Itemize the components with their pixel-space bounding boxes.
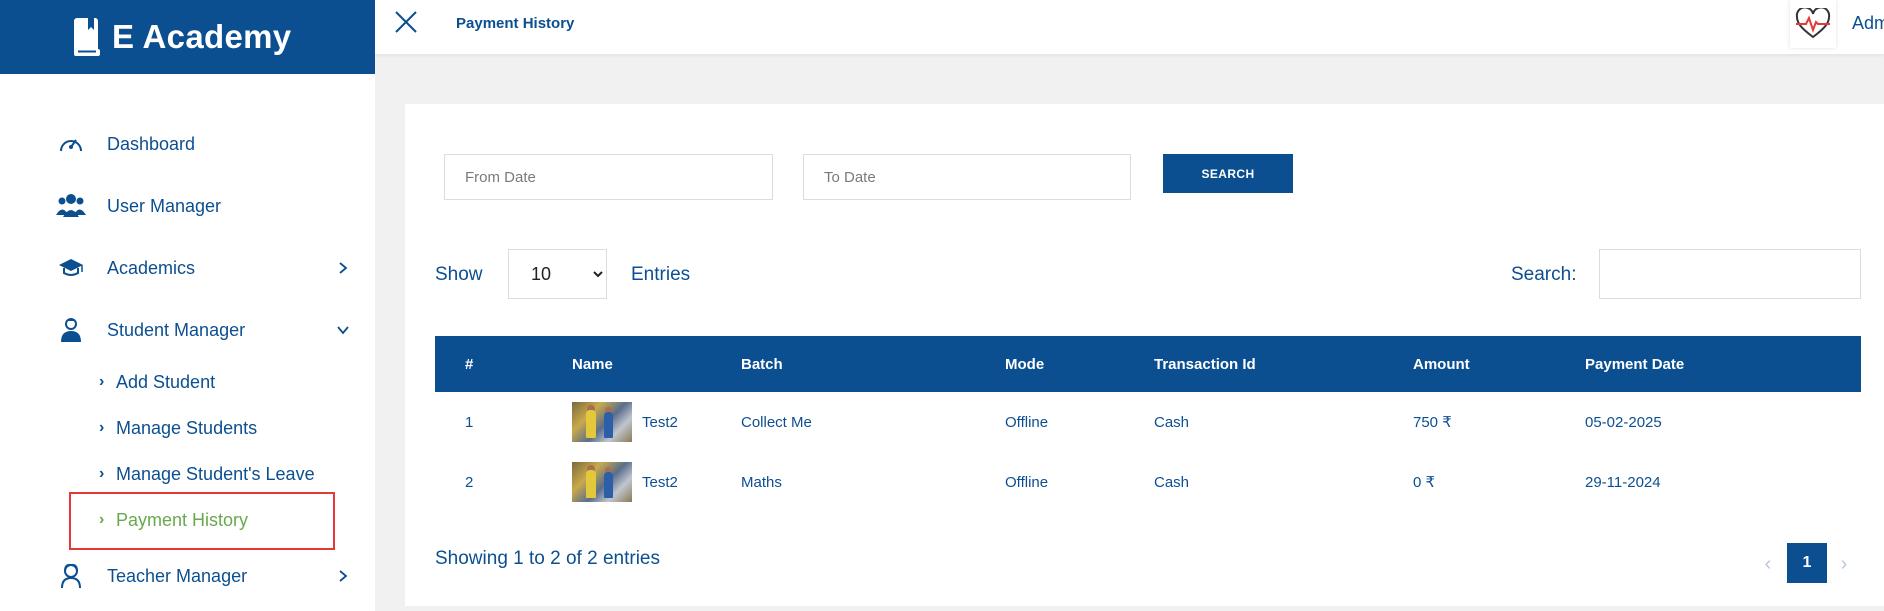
brand-title: E Academy [112, 18, 292, 55]
sidebar-item-dashboard[interactable]: Dashboard [0, 124, 375, 164]
user-menu[interactable]: Adm [1852, 13, 1884, 34]
entries-select[interactable]: 10 [508, 249, 607, 299]
student-name: Test2 [642, 473, 678, 491]
column-header[interactable]: Batch [741, 336, 1005, 392]
top-bar: Payment History Adm [375, 0, 1884, 54]
amount-cell: 0 ₹ [1413, 474, 1436, 491]
student-avatar [572, 402, 632, 442]
sidebar-subitem-label: Manage Students [116, 417, 258, 438]
sidebar-item-label: User Manager [107, 195, 222, 216]
pagination-page[interactable]: 1 [1787, 543, 1827, 583]
name-cell-content: Test2 [572, 402, 741, 442]
sidebar-item-user-manager[interactable]: User Manager [0, 186, 375, 226]
chevron-right-icon [339, 262, 348, 274]
batch-cell: Collect Me [741, 413, 812, 431]
date-cell: 05-02-2025 [1585, 413, 1662, 431]
mode-cell: Offline [1005, 473, 1049, 491]
table-row: 1 Test2 Collect Me Offline Cash 750 ₹ 05… [435, 392, 1861, 452]
table-row: 2 Test2 Maths Offline Cash 0 ₹ 29-11-202… [435, 452, 1861, 512]
batch-cell: Maths [741, 473, 782, 491]
sidebar-item-student-manager[interactable]: Student Manager [0, 310, 375, 350]
brand-header[interactable]: E Academy [0, 0, 375, 74]
chevron-right-icon: › [99, 465, 105, 482]
payment-history-card: SEARCH Show 10 Entries Search: # Name Ba… [405, 104, 1884, 606]
pagination-prev[interactable]: ‹ [1753, 546, 1783, 582]
sidebar-subitem-label: Payment History [116, 509, 249, 530]
row-number: 1 [465, 413, 474, 431]
payment-table: # Name Batch Mode Transaction Id Amount … [435, 336, 1861, 512]
show-label: Show [435, 264, 483, 285]
sidebar-subitem-manage-leave[interactable]: › Manage Student's Leave [0, 457, 375, 491]
sidebar-subitem-label: Add Student [116, 371, 216, 392]
row-number: 2 [465, 473, 474, 491]
column-header[interactable]: Transaction Id [1154, 336, 1413, 392]
pagination-next[interactable]: › [1829, 546, 1859, 582]
column-header[interactable]: Name [572, 336, 741, 392]
graduation-cap-icon [56, 253, 86, 283]
page-title: Payment History [456, 15, 575, 32]
sidebar: E Academy Dashboard User Manager Academi… [0, 0, 375, 611]
date-cell: 29-11-2024 [1585, 473, 1661, 491]
mode-cell: Offline [1005, 413, 1049, 431]
column-header[interactable]: Amount [1413, 336, 1585, 392]
entries-label: Entries [631, 264, 691, 285]
chevron-right-icon: › [99, 419, 105, 436]
table-info: Showing 1 to 2 of 2 entries [435, 548, 660, 569]
users-icon [56, 191, 86, 221]
book-icon [74, 18, 100, 56]
name-cell: Test2 [572, 452, 741, 512]
sidebar-item-label: Academics [107, 257, 196, 278]
transaction-cell: Cash [1154, 413, 1190, 431]
close-icon[interactable] [392, 8, 420, 36]
search-button[interactable]: SEARCH [1163, 154, 1293, 193]
sidebar-item-label: Dashboard [107, 133, 196, 154]
column-header[interactable]: Payment Date [1585, 336, 1861, 392]
sidebar-subitem-label: Manage Student's Leave [116, 463, 315, 484]
chevron-right-icon: › [99, 511, 105, 528]
student-name: Test2 [642, 413, 678, 431]
sidebar-subitem-add-student[interactable]: › Add Student [0, 365, 375, 399]
speedometer-icon [56, 129, 86, 159]
to-date-input[interactable] [803, 154, 1131, 200]
transaction-cell: Cash [1154, 473, 1190, 491]
heart-pulse-icon[interactable] [1790, 0, 1836, 48]
sidebar-item-label: Teacher Manager [107, 565, 248, 586]
student-avatar [572, 462, 632, 502]
column-header[interactable]: # [435, 336, 572, 392]
name-cell-content: Test2 [572, 462, 741, 502]
chevron-right-icon: › [99, 373, 105, 390]
sidebar-item-academics[interactable]: Academics [0, 248, 375, 288]
sidebar-subitem-payment-history[interactable]: › Payment History [0, 503, 375, 537]
table-search-input[interactable] [1599, 249, 1861, 299]
from-date-input[interactable] [444, 154, 773, 200]
sidebar-item-teacher-manager[interactable]: Teacher Manager [0, 556, 375, 596]
sidebar-subitem-manage-students[interactable]: › Manage Students [0, 411, 375, 445]
chevron-down-icon [337, 326, 349, 335]
amount-cell: 750 ₹ [1413, 414, 1452, 431]
student-icon [56, 315, 86, 345]
name-cell: Test2 [572, 392, 741, 452]
search-label: Search: [1511, 264, 1577, 285]
teacher-icon [56, 561, 86, 591]
column-header[interactable]: Mode [1005, 336, 1154, 392]
sidebar-item-label: Student Manager [107, 319, 246, 340]
table-header-row: # Name Batch Mode Transaction Id Amount … [435, 336, 1861, 392]
chevron-right-icon [339, 570, 348, 582]
